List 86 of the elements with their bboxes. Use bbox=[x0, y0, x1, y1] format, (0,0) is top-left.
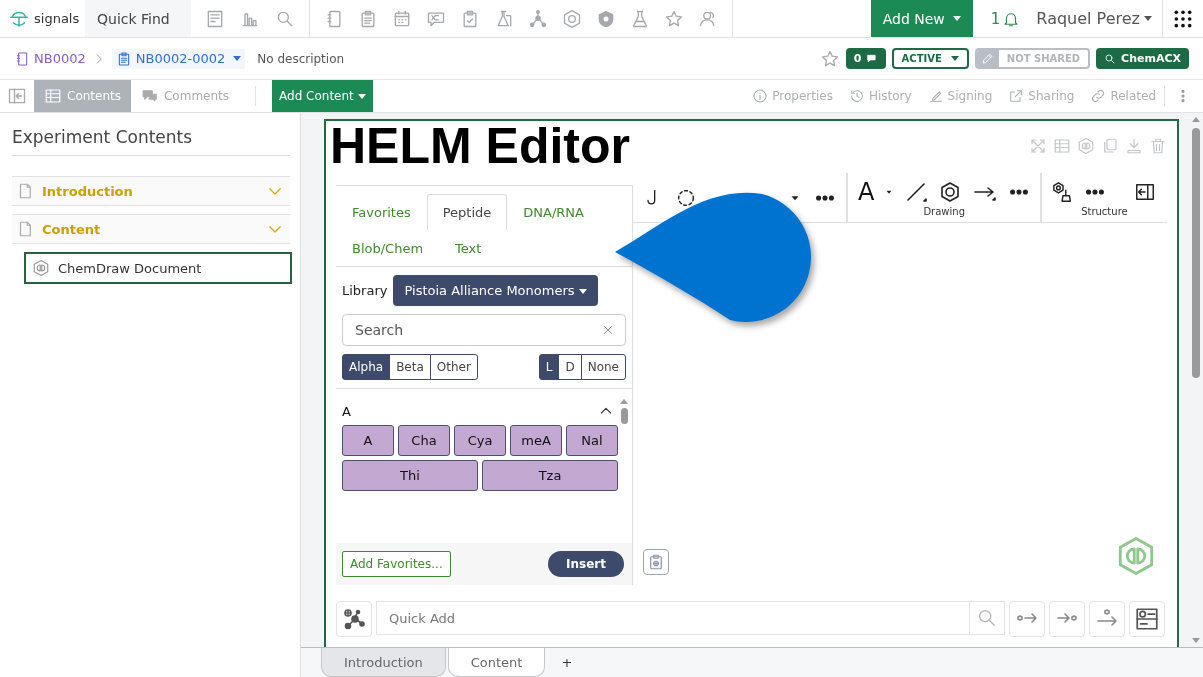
insert-button[interactable]: Insert bbox=[548, 551, 624, 577]
content-item[interactable]: ChemDraw Document bbox=[24, 252, 292, 284]
palette-tab[interactable]: DNA/RNA bbox=[507, 194, 600, 230]
add-page-button[interactable]: + bbox=[547, 648, 587, 677]
chirality-toggle[interactable]: D bbox=[558, 354, 582, 380]
expand-icon[interactable] bbox=[1029, 137, 1047, 155]
status-dropdown[interactable]: ACTIVE bbox=[891, 48, 969, 69]
star-icon[interactable] bbox=[819, 48, 840, 69]
brand-name: signals bbox=[34, 11, 80, 26]
monomer-button[interactable]: Tza bbox=[482, 460, 618, 491]
search-icon bbox=[1104, 52, 1117, 65]
table-icon[interactable] bbox=[1053, 137, 1071, 155]
hexagon-icon[interactable] bbox=[1077, 137, 1095, 155]
form-button[interactable] bbox=[1129, 601, 1165, 637]
history-icon bbox=[848, 88, 865, 104]
sidebar-toggle-icon[interactable] bbox=[7, 86, 27, 106]
monomer-button[interactable]: A bbox=[342, 425, 394, 456]
speech-bubble-icon bbox=[866, 53, 878, 64]
trash-icon[interactable] bbox=[1149, 137, 1167, 155]
description-text: No description bbox=[257, 51, 345, 66]
form-icon[interactable] bbox=[205, 8, 225, 29]
comment-count-badge[interactable]: 0 bbox=[845, 48, 886, 69]
add-content-button[interactable]: Add Content bbox=[272, 80, 373, 112]
breadcrumb-link[interactable]: NB0002 bbox=[14, 50, 86, 67]
page-tab[interactable]: Introduction bbox=[321, 648, 446, 677]
network-icon[interactable] bbox=[528, 8, 548, 29]
polymer-type-toggle[interactable]: Beta bbox=[389, 354, 431, 380]
quick-add-box[interactable]: Quick Add bbox=[376, 601, 1005, 635]
pencil-icon bbox=[981, 52, 995, 65]
line-icon[interactable] bbox=[904, 180, 929, 204]
product-button[interactable] bbox=[1049, 601, 1085, 637]
add-molecule-button[interactable] bbox=[336, 601, 372, 637]
group-letter: A bbox=[342, 403, 351, 419]
palette-tab[interactable]: Peptide bbox=[426, 194, 508, 230]
star-icon[interactable] bbox=[664, 8, 684, 29]
palette-tab[interactable]: Blob/Chem bbox=[336, 230, 440, 266]
notifications-button[interactable]: 1 bbox=[972, 0, 1033, 37]
editor-title: HELM Editor bbox=[330, 121, 631, 171]
close-icon[interactable] bbox=[601, 323, 615, 337]
clipboard-plus-icon bbox=[647, 553, 665, 571]
calendar-icon[interactable] bbox=[392, 8, 412, 29]
flask-icon[interactable] bbox=[630, 8, 650, 29]
download-icon[interactable] bbox=[1125, 137, 1143, 155]
add-favorites-button[interactable]: Add Favorites... bbox=[342, 551, 451, 577]
reactant-button[interactable] bbox=[1009, 601, 1045, 637]
polymer-type-toggle[interactable]: Other bbox=[429, 354, 478, 380]
monomer-button[interactable]: Cha bbox=[398, 425, 450, 456]
notebook-icon bbox=[14, 50, 30, 67]
hexagon-icon[interactable] bbox=[562, 8, 582, 29]
library-label: Library bbox=[342, 283, 388, 298]
shield-icon[interactable] bbox=[596, 8, 616, 29]
text-tool[interactable]: A bbox=[858, 178, 875, 206]
palette-tab[interactable]: Text bbox=[439, 230, 498, 266]
toolbar-group-label: Drawing bbox=[923, 206, 965, 217]
copy-icon[interactable] bbox=[1101, 137, 1119, 155]
breadcrumb-link[interactable]: NB0002-0002 bbox=[111, 48, 246, 69]
apps-grid-icon[interactable] bbox=[1173, 8, 1193, 29]
form-icon bbox=[1134, 606, 1160, 632]
share-icon bbox=[1008, 88, 1025, 104]
toolbar-group-label: Structure bbox=[1081, 206, 1128, 217]
page-tab[interactable]: Content bbox=[447, 648, 546, 677]
hexagon-icon bbox=[32, 259, 50, 277]
monomer-button[interactable]: meA bbox=[510, 425, 562, 456]
chirality-toggle[interactable]: L bbox=[538, 354, 560, 380]
monomer-button[interactable]: Cya bbox=[454, 425, 506, 456]
user-menu[interactable]: Raquel Perez bbox=[1032, 0, 1163, 37]
paste-button[interactable] bbox=[643, 549, 669, 575]
collapse-panel-icon[interactable] bbox=[1134, 181, 1157, 203]
sidebar-title: Experiment Contents bbox=[12, 125, 290, 156]
search-icon bbox=[976, 607, 998, 629]
polymer-type-toggle[interactable]: Alpha bbox=[342, 354, 391, 380]
monomer-button[interactable]: Thi bbox=[342, 460, 478, 491]
add-new-button[interactable]: Add New bbox=[870, 0, 973, 37]
chemacx-button[interactable]: ChemACX bbox=[1096, 48, 1189, 69]
search-box[interactable]: Search bbox=[342, 314, 626, 346]
palette-tab[interactable]: Favorites bbox=[336, 194, 427, 230]
chirality-toggle[interactable]: None bbox=[580, 354, 626, 380]
info-icon bbox=[752, 88, 769, 104]
pen-icon bbox=[927, 88, 944, 104]
search-field[interactable]: Search bbox=[353, 321, 601, 339]
table-icon bbox=[44, 87, 62, 105]
molecule-plus-icon bbox=[342, 607, 366, 631]
monomer-button[interactable]: Nal bbox=[566, 425, 618, 456]
quick-find-field[interactable]: Quick Find bbox=[85, 0, 191, 37]
link-icon bbox=[1090, 88, 1107, 104]
library-dropdown[interactable]: Pistoia Alliance Monomers bbox=[393, 275, 598, 306]
